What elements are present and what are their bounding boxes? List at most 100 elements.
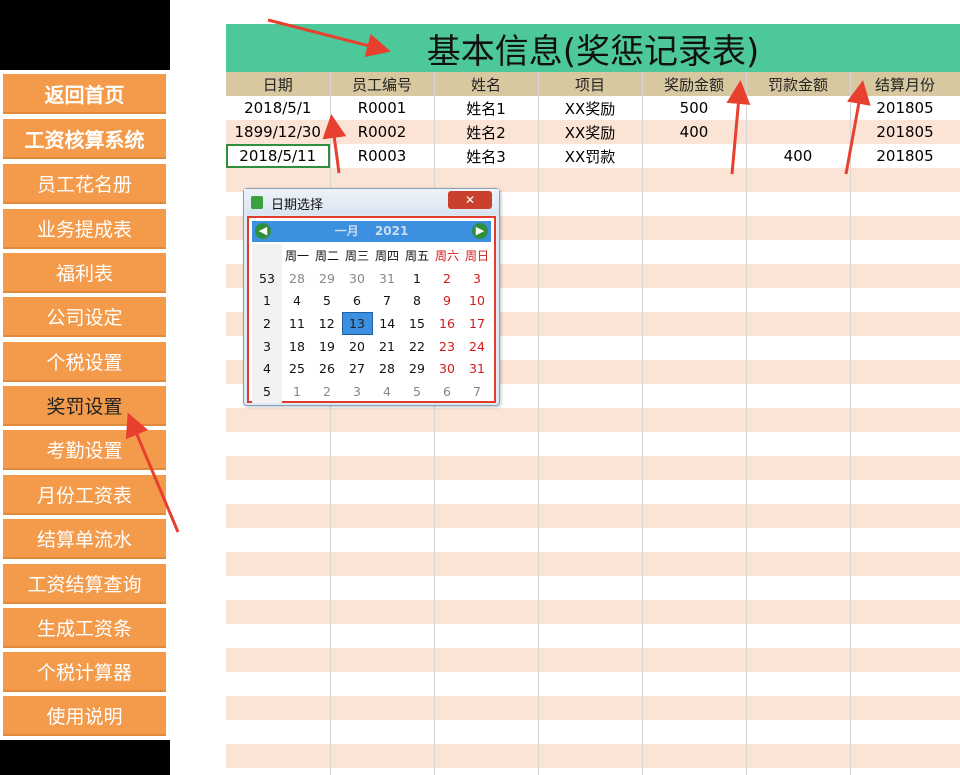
table-cell[interactable]: 姓名3 [434,144,539,168]
table-cell[interactable] [434,576,539,600]
table-cell[interactable] [642,672,747,696]
table-cell[interactable] [642,624,747,648]
table-cell[interactable] [850,240,960,264]
table-cell[interactable] [746,504,851,528]
table-cell[interactable]: 2018/5/11 [226,144,331,168]
table-cell[interactable] [850,768,960,775]
table-cell[interactable] [850,504,960,528]
table-cell[interactable] [746,168,851,192]
table-cell[interactable] [850,192,960,216]
sidebar-item-2[interactable]: 员工花名册 [3,164,166,204]
table-cell[interactable] [642,168,747,192]
table-cell[interactable] [330,432,435,456]
column-header[interactable]: 员工编号 [330,72,435,96]
table-cell[interactable] [434,744,539,768]
table-cell[interactable] [642,144,747,168]
calendar-day[interactable]: 29 [402,357,432,380]
column-header[interactable]: 项目 [538,72,643,96]
table-cell[interactable] [538,456,643,480]
table-cell[interactable] [746,720,851,744]
table-cell[interactable] [434,528,539,552]
table-cell[interactable] [226,696,331,720]
table-cell[interactable] [746,408,851,432]
table-cell[interactable]: 2018/5/1 [226,96,331,120]
sidebar-item-0[interactable]: 返回首页 [3,74,166,114]
table-cell[interactable] [746,192,851,216]
table-cell[interactable] [226,432,331,456]
table-cell[interactable] [330,504,435,528]
table-cell[interactable] [746,672,851,696]
table-cell[interactable] [746,744,851,768]
arrow-right-icon[interactable]: ▶ [472,223,488,239]
table-cell[interactable] [538,504,643,528]
calendar-day[interactable]: 9 [432,289,462,312]
calendar-day[interactable]: 26 [312,357,342,380]
calendar-day[interactable]: 24 [462,335,492,358]
table-cell[interactable] [330,648,435,672]
table-cell[interactable] [538,600,643,624]
column-header[interactable]: 日期 [226,72,331,96]
table-cell[interactable]: R0003 [330,144,435,168]
table-cell[interactable] [746,528,851,552]
table-cell[interactable]: 201805 [850,96,960,120]
table-cell[interactable] [746,384,851,408]
table-cell[interactable] [538,768,643,775]
table-cell[interactable] [850,456,960,480]
calendar-day[interactable]: 4 [372,380,402,403]
table-cell[interactable] [538,528,643,552]
table-cell[interactable] [226,504,331,528]
table-cell[interactable] [434,456,539,480]
table-cell[interactable] [538,744,643,768]
table-cell[interactable] [850,648,960,672]
table-cell[interactable] [434,696,539,720]
table-cell[interactable] [850,624,960,648]
calendar-day[interactable]: 4 [282,289,312,312]
table-cell[interactable] [746,288,851,312]
calendar-day[interactable]: 11 [282,312,312,335]
sidebar-item-9[interactable]: 月份工资表 [3,475,166,515]
sidebar-item-1[interactable]: 工资核算系统 [3,119,166,159]
table-cell[interactable] [850,672,960,696]
table-cell[interactable] [746,768,851,775]
table-cell[interactable] [642,504,747,528]
table-cell[interactable] [642,576,747,600]
table-cell[interactable] [642,768,747,775]
table-cell[interactable] [850,576,960,600]
calendar-day[interactable]: 27 [342,357,372,380]
calendar-day[interactable]: 8 [402,289,432,312]
table-cell[interactable] [538,552,643,576]
table-cell[interactable] [642,600,747,624]
table-cell[interactable] [746,264,851,288]
table-cell[interactable] [330,720,435,744]
table-cell[interactable] [642,648,747,672]
table-cell[interactable] [642,408,747,432]
table-cell[interactable] [850,432,960,456]
sidebar-item-3[interactable]: 业务提成表 [3,209,166,249]
table-cell[interactable] [330,480,435,504]
table-cell[interactable] [850,696,960,720]
table-cell[interactable] [850,480,960,504]
sidebar-item-14[interactable]: 使用说明 [3,696,166,736]
table-cell[interactable] [642,720,747,744]
table-cell[interactable] [330,552,435,576]
table-cell[interactable] [746,480,851,504]
calendar-day[interactable]: 25 [282,357,312,380]
sidebar-item-6[interactable]: 个税设置 [3,342,166,382]
table-cell[interactable] [746,216,851,240]
date-picker-dialog[interactable]: 日期选择 ✕ ◀ 一月 2021 ▶ 周一 周二 周三 周四 周五 周六 周日 53 28 29 3… [243,188,500,406]
table-cell[interactable] [226,624,331,648]
table-cell[interactable] [330,528,435,552]
column-header[interactable]: 结算月份 [850,72,960,96]
table-cell[interactable] [226,768,331,775]
table-cell[interactable] [746,336,851,360]
table-cell[interactable] [226,528,331,552]
table-cell[interactable] [746,600,851,624]
table-cell[interactable] [538,432,643,456]
table-cell[interactable] [642,480,747,504]
table-cell[interactable] [746,360,851,384]
table-cell[interactable]: 400 [746,144,851,168]
table-cell[interactable] [538,384,643,408]
table-cell[interactable] [642,432,747,456]
sidebar-item-11[interactable]: 工资结算查询 [3,564,166,604]
table-cell[interactable] [538,288,643,312]
